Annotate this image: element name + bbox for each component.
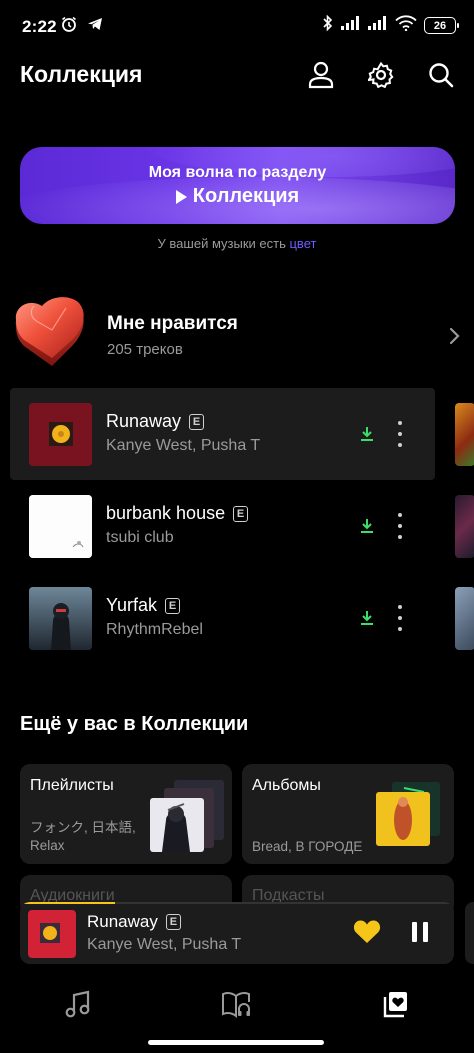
liked-heart-art	[12, 296, 94, 374]
wave-title-row: Коллекция	[20, 185, 455, 208]
book-headphones-icon[interactable]	[217, 984, 257, 1024]
music-note-icon[interactable]	[58, 984, 98, 1024]
now-playing-cover	[28, 910, 76, 958]
now-playing-title: Runaway	[87, 912, 158, 931]
settings-icon[interactable]	[366, 58, 396, 92]
my-wave-button[interactable]: Моя волна по разделу Коллекция	[20, 147, 455, 224]
status-left-icons	[60, 15, 104, 38]
albums-stack-art	[374, 780, 446, 851]
downloaded-icon	[360, 518, 374, 539]
mini-player-peek	[465, 902, 474, 964]
alarm-icon	[60, 15, 78, 38]
play-icon	[175, 189, 187, 204]
card-description: Bread, В ГОРОДЕ	[252, 839, 363, 854]
header-actions	[306, 58, 456, 92]
track-title: Yurfak	[106, 595, 158, 615]
explicit-badge: E	[165, 597, 181, 614]
next-card-peek	[455, 403, 474, 466]
card-title: Альбомы	[252, 777, 321, 794]
wave-title: Коллекция	[192, 185, 300, 207]
track-title-row: Runaway E	[106, 411, 205, 432]
explicit-badge: E	[189, 413, 205, 430]
mini-player[interactable]: Runaway E Kanye West, Pusha T	[20, 902, 454, 964]
home-indicator	[148, 1040, 324, 1045]
now-playing-title-row: Runaway E	[87, 912, 181, 932]
telegram-icon	[86, 15, 104, 38]
page-title: Коллекция	[20, 61, 143, 87]
album-cover	[29, 587, 92, 650]
track-title-row: Yurfak E	[106, 595, 181, 616]
section-title: Ещё у вас в Коллекции	[20, 713, 249, 735]
album-cover	[29, 403, 92, 466]
music-color-note: У вашей музыки есть цвет	[0, 236, 474, 251]
liked-playlist[interactable]: Мне нравится 205 треков	[12, 296, 462, 376]
track-title: Runaway	[106, 411, 182, 431]
next-card-peek	[455, 587, 474, 650]
battery-level: 26	[433, 19, 447, 32]
liked-title: Мне нравится	[107, 313, 238, 334]
track-row[interactable]: burbank house E tsubi club	[10, 480, 435, 572]
explicit-badge: E	[233, 505, 249, 522]
albums-card[interactable]: Альбомы Bread, В ГОРОДЕ	[242, 764, 454, 864]
like-heart-icon[interactable]	[353, 919, 381, 949]
chevron-right-icon	[448, 326, 460, 351]
track-row[interactable]: Yurfak E RhythmRebel	[10, 572, 435, 664]
status-right-icons: 26	[322, 14, 459, 37]
color-link[interactable]: цвет	[289, 236, 316, 251]
liked-track-count: 205 треков	[107, 341, 183, 358]
playlists-stack-art	[148, 780, 228, 857]
track-title: burbank house	[106, 503, 226, 523]
status-bar: 2:22 26	[0, 0, 474, 52]
card-description: フォンク, 日本語, Relax	[30, 820, 136, 853]
collection-heart-icon[interactable]	[375, 984, 415, 1024]
bottom-nav	[0, 980, 474, 1030]
search-icon[interactable]	[426, 58, 456, 92]
wave-subtitle: Моя волна по разделу	[148, 164, 327, 181]
profile-icon[interactable]	[306, 58, 336, 92]
playlists-card[interactable]: Плейлисты フォンク, 日本語, Relax	[20, 764, 232, 864]
album-cover	[29, 495, 92, 558]
pause-icon[interactable]	[412, 922, 428, 942]
playback-progress-fill	[20, 902, 116, 904]
bluetooth-icon	[322, 14, 334, 37]
signal-icon	[368, 16, 388, 35]
more-options-icon[interactable]	[395, 421, 405, 447]
track-artist: RhythmRebel	[106, 621, 203, 638]
more-options-icon[interactable]	[395, 605, 405, 631]
downloaded-icon	[360, 426, 374, 447]
track-row[interactable]: Runaway E Kanye West, Pusha T	[10, 388, 435, 480]
track-title-row: burbank house E	[106, 503, 249, 524]
card-title: Плейлисты	[30, 777, 114, 794]
signal-icon	[341, 16, 361, 35]
explicit-badge: E	[165, 914, 181, 930]
wifi-icon	[395, 15, 417, 36]
track-artist: tsubi club	[106, 529, 174, 546]
downloaded-icon	[360, 610, 374, 631]
track-artist: Kanye West, Pusha T	[106, 437, 261, 454]
playback-progress	[20, 902, 454, 904]
more-options-icon[interactable]	[395, 513, 405, 539]
status-time: 2:22	[22, 17, 57, 36]
color-note-text: У вашей музыки есть	[157, 236, 286, 251]
battery-icon: 26	[424, 17, 459, 34]
now-playing-artist: Kanye West, Pusha T	[87, 936, 242, 953]
next-card-peek	[455, 495, 474, 558]
